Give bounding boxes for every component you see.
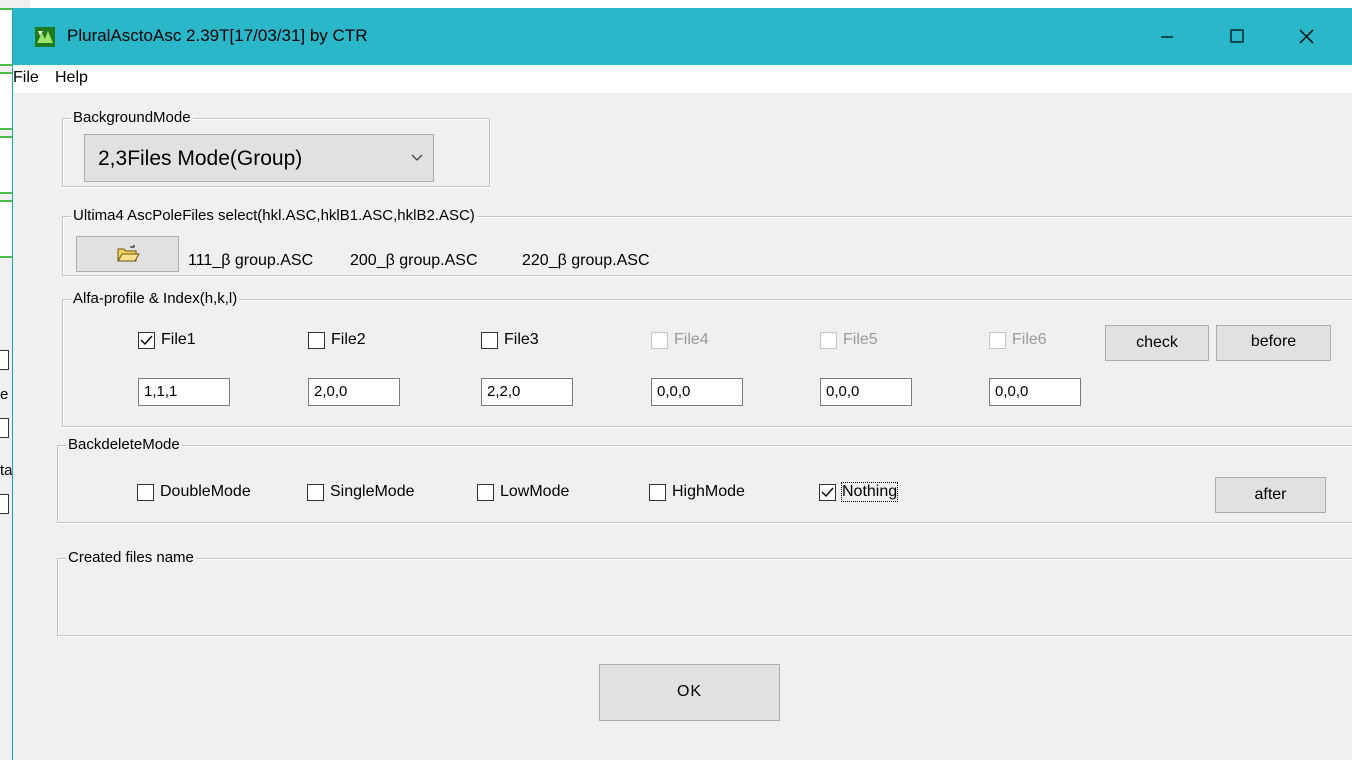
checkbox-box [307,483,324,501]
file3-label: File3 [504,331,539,348]
ultima-files-group: Ultima4 AscPoleFiles select(hkl.ASC,hklB… [62,206,1352,276]
open-folder-button[interactable] [76,236,179,272]
file3-index-input[interactable]: 2,2,0 [481,378,573,406]
alfa-profile-legend: Alfa-profile & Index(h,k,l) [71,289,240,309]
maximize-icon [1230,29,1244,43]
close-button[interactable] [1275,8,1337,65]
menu-bar: File Help [13,65,1352,93]
low-mode-label: LowMode [500,483,570,500]
background-mode-legend: BackgroundMode [71,108,193,128]
file4-checkbox[interactable]: File4 [651,329,709,351]
checkbox-box [138,331,155,349]
checkbox-box [308,331,325,349]
background-mode-group: BackgroundMode 2,3Files Mode(Group) [62,108,490,187]
backdelete-mode-group: BackdeleteMode DoubleMode SingleMode Low… [57,435,1352,523]
background-checkbox [0,418,9,438]
background-checkbox [0,494,9,514]
checkbox-box [649,483,666,501]
file5-index-input[interactable]: 0,0,0 [820,378,912,406]
minimize-button[interactable] [1136,8,1198,65]
checkbox-box [137,483,154,501]
background-mode-select[interactable]: 2,3Files Mode(Group) [84,134,434,182]
file6-checkbox[interactable]: File6 [989,329,1047,351]
single-mode-checkbox[interactable]: SingleMode [307,481,415,503]
before-button[interactable]: before [1216,325,1331,361]
high-mode-checkbox[interactable]: HighMode [649,481,745,503]
main-window: PluralAsctoAsc 2.39T[17/03/31] by CTR Fi… [12,8,1352,760]
single-mode-label: SingleMode [330,483,415,500]
checkbox-box [819,483,836,501]
background-checkbox [0,350,9,370]
file2-checkbox[interactable]: File2 [308,329,366,351]
file6-label: File6 [1012,331,1047,348]
check-button[interactable]: check [1105,325,1209,361]
checkbox-box [651,331,668,349]
checkbox-box [820,331,837,349]
window-title: PluralAsctoAsc 2.39T[17/03/31] by CTR [67,26,368,45]
nothing-label: Nothing [840,482,899,502]
file1-index-input[interactable]: 1,1,1 [138,378,230,406]
selected-file-3: 220_β group.ASC [522,252,650,269]
after-button[interactable]: after [1215,477,1326,513]
ok-button[interactable]: OK [599,664,780,721]
selected-file-1: 111_β group.ASC [188,252,314,269]
nothing-checkbox[interactable]: Nothing [819,481,899,503]
checkbox-box [481,331,498,349]
file5-checkbox[interactable]: File5 [820,329,878,351]
file1-checkbox[interactable]: File1 [138,329,196,351]
checkbox-box [477,483,494,501]
high-mode-label: HighMode [672,483,745,500]
file2-index-input[interactable]: 2,0,0 [308,378,400,406]
double-mode-label: DoubleMode [160,483,251,500]
file5-label: File5 [843,331,878,348]
file4-label: File4 [674,331,709,348]
file6-index-input[interactable]: 0,0,0 [989,378,1081,406]
checkmark-icon [821,487,834,497]
selected-file-2: 200_β group.ASC [350,252,478,269]
created-files-group: Created files name [57,548,1352,636]
ultima-files-legend: Ultima4 AscPoleFiles select(hkl.ASC,hklB… [71,206,477,226]
file4-index-input[interactable]: 0,0,0 [651,378,743,406]
menu-help[interactable]: Help [55,69,88,87]
file1-label: File1 [161,331,196,348]
backdelete-mode-legend: BackdeleteMode [66,435,182,455]
maximize-button[interactable] [1206,8,1268,65]
file2-label: File2 [331,331,366,348]
checkmark-icon [140,335,153,345]
alfa-profile-group: Alfa-profile & Index(h,k,l) File1 File2 … [62,289,1352,427]
background-mode-selected: 2,3Files Mode(Group) [98,147,303,170]
title-bar[interactable]: PluralAsctoAsc 2.39T[17/03/31] by CTR [13,8,1352,65]
double-mode-checkbox[interactable]: DoubleMode [137,481,251,503]
close-icon [1299,29,1314,44]
checkbox-box [989,331,1006,349]
chevron-down-icon [411,154,423,161]
low-mode-checkbox[interactable]: LowMode [477,481,569,503]
open-folder-icon [116,245,140,262]
minimize-icon [1161,36,1173,38]
created-files-legend: Created files name [66,548,196,568]
file3-checkbox[interactable]: File3 [481,329,539,351]
app-icon [35,27,55,47]
menu-file[interactable]: File [13,69,39,87]
